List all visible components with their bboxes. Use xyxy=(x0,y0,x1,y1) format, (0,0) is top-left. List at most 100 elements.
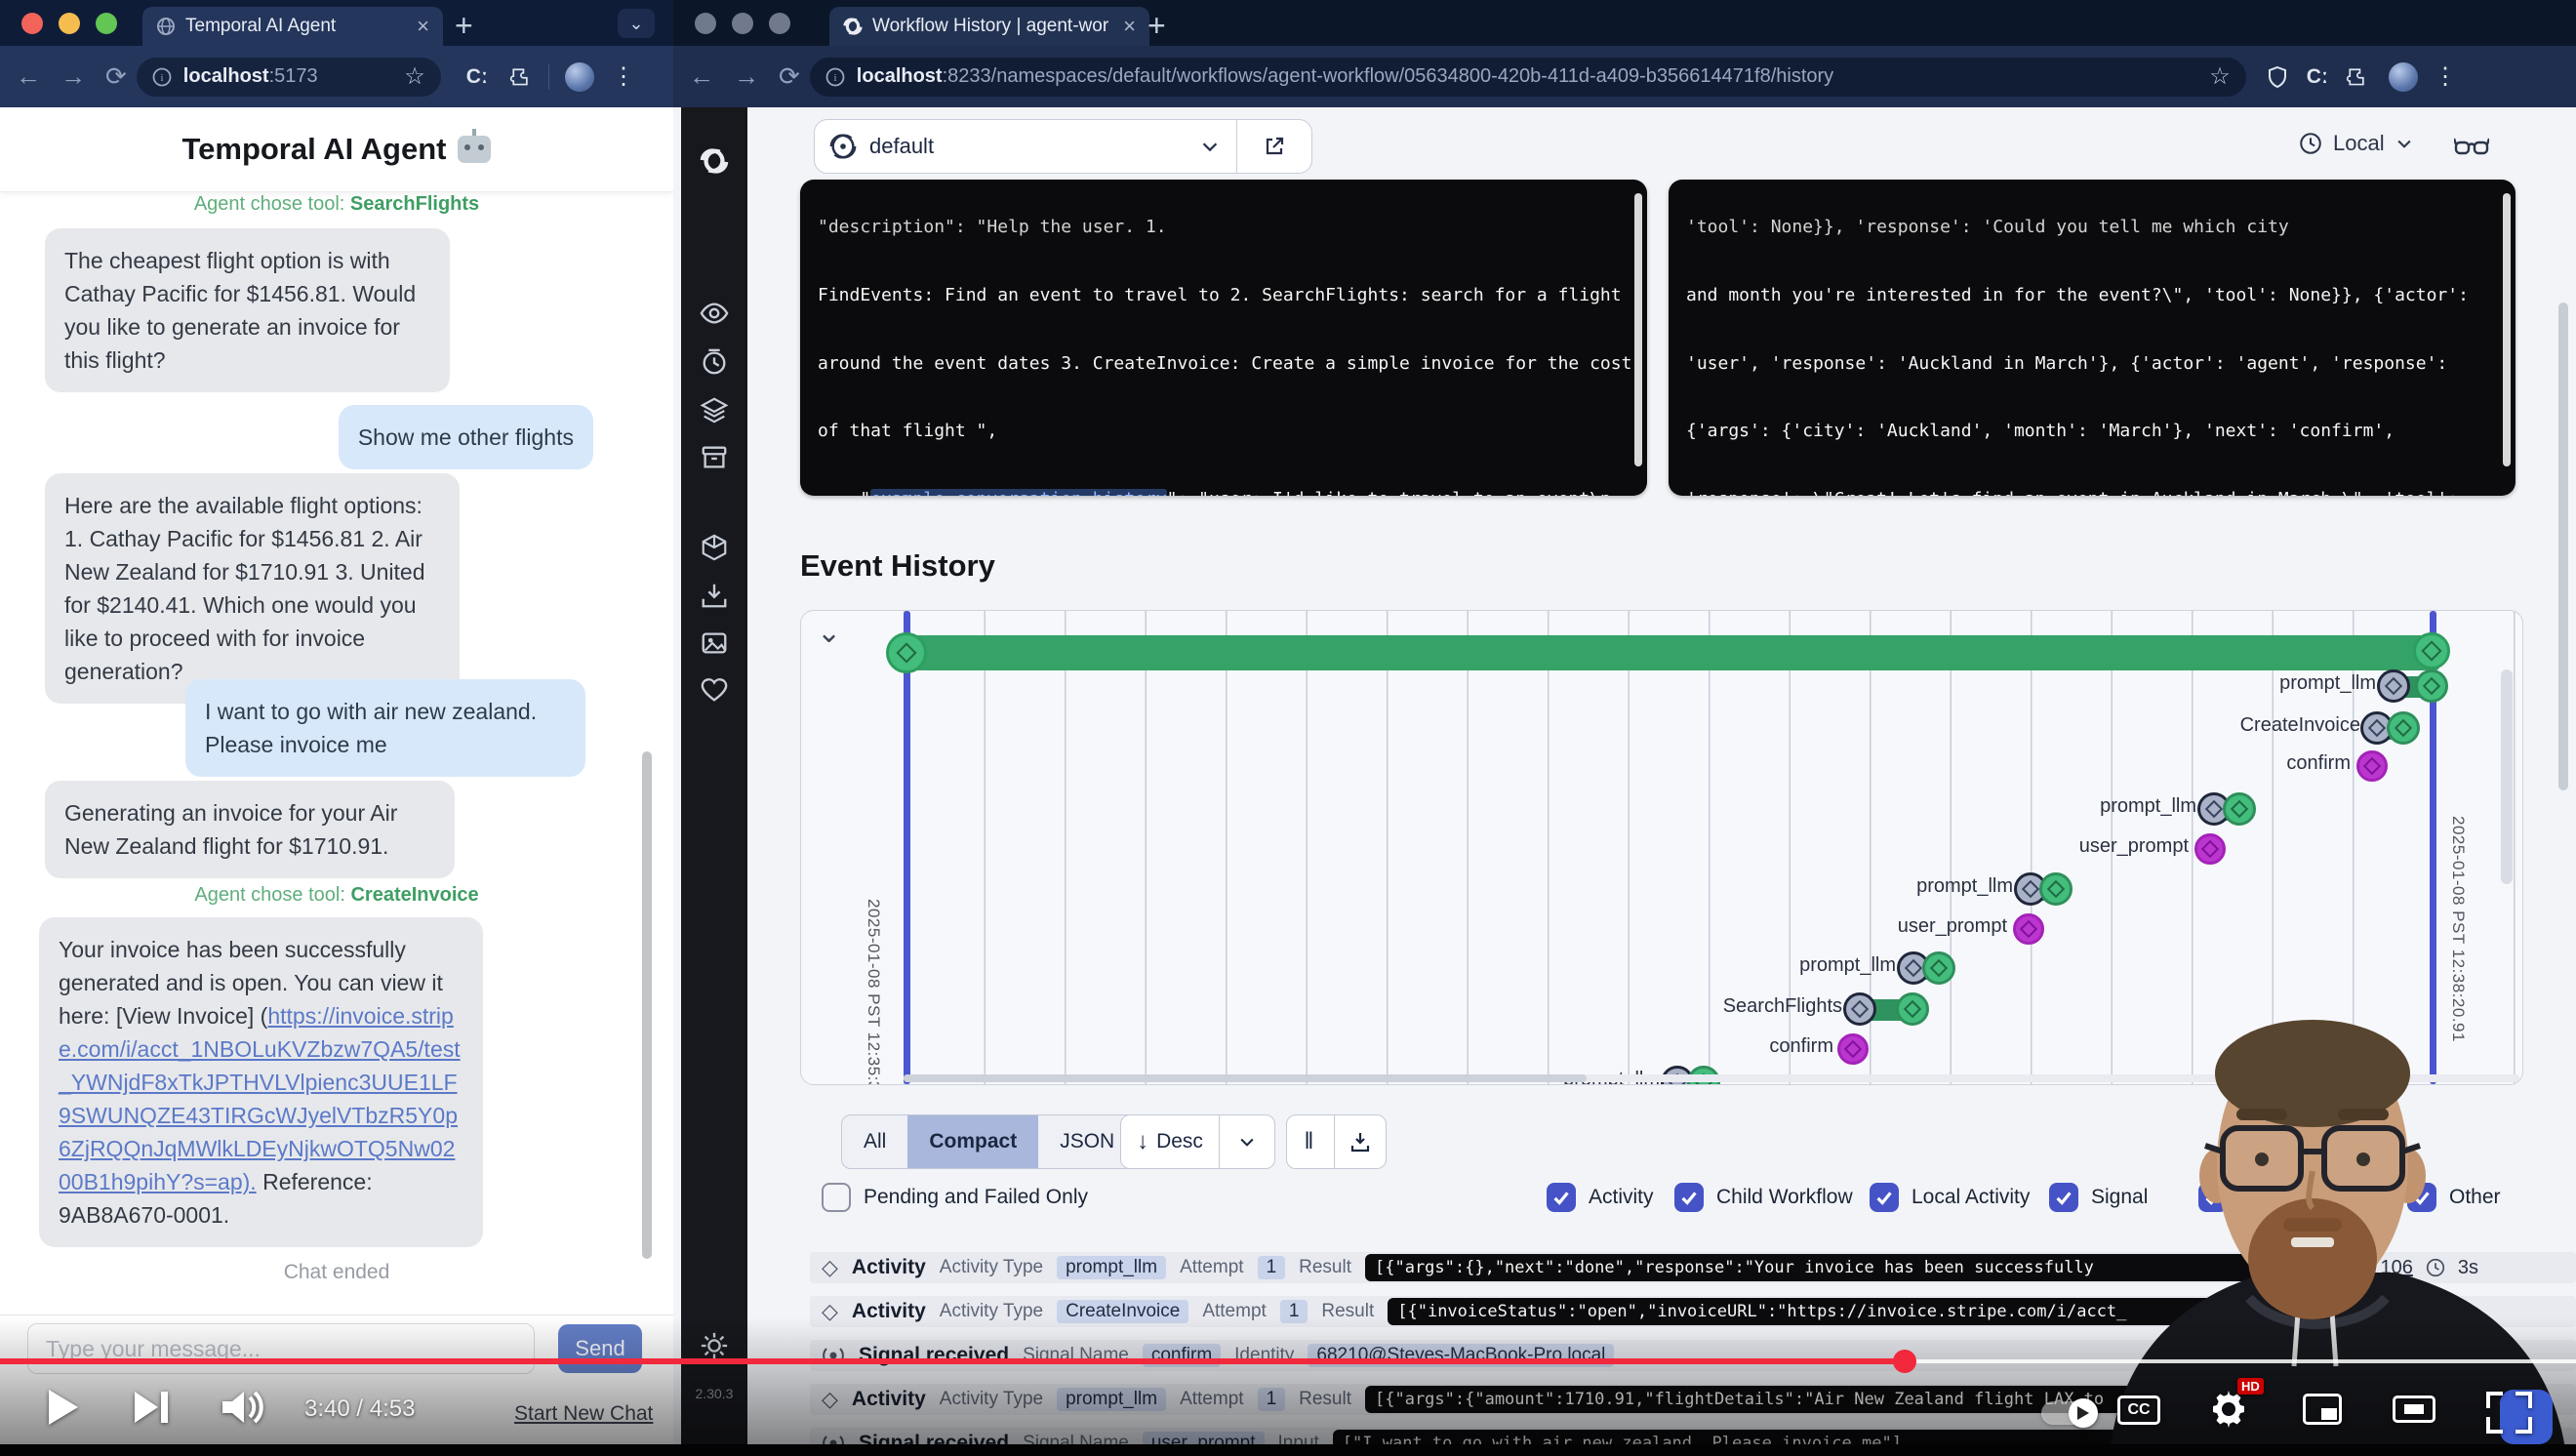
timeline-row-label[interactable]: confirm xyxy=(2286,752,2351,775)
checkbox-unchecked-icon[interactable] xyxy=(822,1183,851,1212)
sort-desc-button[interactable]: ↓Desc xyxy=(1121,1115,1219,1168)
signal-marker[interactable] xyxy=(2013,913,2044,945)
signal-marker[interactable] xyxy=(1837,1033,1869,1065)
minimize-window-button[interactable] xyxy=(59,13,80,34)
tab-temporal-ai-agent[interactable]: Temporal AI Agent × xyxy=(142,7,443,46)
workflow-input-json-left[interactable]: "description": "Help the user. 1. FindEv… xyxy=(800,180,1647,496)
close-tab-icon[interactable]: × xyxy=(417,16,429,37)
timeline-row-label[interactable]: prompt_llm xyxy=(2279,672,2376,695)
tab-search-chevron-button[interactable]: ⌄ xyxy=(618,9,655,38)
stack-layers-icon[interactable] xyxy=(700,395,729,425)
namespace-selector[interactable]: default xyxy=(814,119,1312,174)
bookmark-star-icon[interactable]: ☆ xyxy=(404,62,425,91)
left-traffic-lights[interactable] xyxy=(21,13,117,34)
activity-completed-marker[interactable] xyxy=(2415,669,2448,703)
minimize-window-button[interactable] xyxy=(732,13,753,34)
schedule-clock-icon[interactable] xyxy=(700,347,729,377)
eye-icon[interactable] xyxy=(700,299,729,328)
activity-completed-marker[interactable] xyxy=(1896,992,1929,1026)
pending-failed-checkbox[interactable]: Pending and Failed Only xyxy=(822,1183,1088,1212)
activity-scheduled-marker[interactable] xyxy=(1843,992,1876,1026)
captions-button[interactable]: CC xyxy=(2117,1395,2160,1425)
extensions-puzzle-icon[interactable] xyxy=(509,65,533,89)
archive-box-icon[interactable] xyxy=(700,443,729,472)
activity-completed-marker[interactable] xyxy=(2387,711,2420,745)
profile-avatar[interactable] xyxy=(565,62,594,92)
reload-button[interactable]: ⟳ xyxy=(779,61,800,92)
timeline-row-label[interactable]: user_prompt xyxy=(1898,915,2007,938)
left-address-bar[interactable]: i localhost:5173 ☆ xyxy=(137,58,441,97)
filter-local-activity-checkbox[interactable]: Local Activity xyxy=(1870,1183,2030,1212)
next-button-icon[interactable] xyxy=(135,1392,168,1423)
progress-bar-remaining[interactable] xyxy=(1905,1359,2576,1363)
view-all-button[interactable]: All xyxy=(842,1115,907,1168)
sun-theme-icon[interactable] xyxy=(700,1331,729,1360)
timeline-row-label[interactable]: SearchFlights xyxy=(1723,995,1842,1018)
signal-marker[interactable] xyxy=(2194,833,2226,865)
profile-avatar[interactable] xyxy=(2389,62,2418,92)
view-compact-button[interactable]: Compact xyxy=(907,1115,1038,1168)
close-tab-icon[interactable]: × xyxy=(1123,16,1136,37)
close-window-button[interactable] xyxy=(21,13,43,34)
settings-gear-icon[interactable] xyxy=(2209,1390,2248,1429)
workflow-end-marker[interactable] xyxy=(2413,632,2450,669)
tab-workflow-history[interactable]: Workflow History | agent-wor × xyxy=(829,7,1149,46)
timeline-vertical-scrollbar[interactable] xyxy=(2501,669,2513,884)
timeline-row-label[interactable]: CreateInvoice xyxy=(2240,714,2360,737)
timeline-row-label[interactable]: confirm xyxy=(1769,1035,1833,1058)
code-scrollbar[interactable] xyxy=(2503,193,2511,466)
menu-kebab-icon[interactable]: ⋮ xyxy=(612,62,635,91)
site-info-icon[interactable]: i xyxy=(152,67,172,87)
download-history-button[interactable] xyxy=(1334,1115,1386,1168)
invoice-link[interactable]: https://invoice.stripe.com/i/acct_1NBOLu… xyxy=(59,1003,461,1194)
right-address-bar[interactable]: i localhost:8233/namespaces/default/work… xyxy=(810,58,2246,97)
timezone-selector[interactable]: Local xyxy=(2298,131,2414,156)
import-tray-icon[interactable] xyxy=(700,581,729,610)
forward-button[interactable]: → xyxy=(734,61,759,92)
bookmark-star-icon[interactable]: ☆ xyxy=(2209,62,2231,91)
extensions-puzzle-icon[interactable] xyxy=(2346,65,2369,89)
timeline-row-label[interactable]: prompt_llm xyxy=(1799,954,1896,977)
autoplay-toggle[interactable] xyxy=(2041,1401,2096,1425)
workflow-input-json-right[interactable]: 'tool': None}}, 'response': 'Could you t… xyxy=(1669,180,2516,496)
collapse-chevron-icon[interactable]: ⌄ xyxy=(817,619,841,648)
progress-bar-played[interactable] xyxy=(0,1358,1905,1364)
open-namespace-button[interactable] xyxy=(1236,120,1311,173)
heart-icon[interactable] xyxy=(700,675,729,705)
theater-mode-button[interactable] xyxy=(2393,1395,2435,1423)
reload-button[interactable]: ⟳ xyxy=(105,61,127,92)
extension-ci-icon[interactable]: Cː xyxy=(466,65,488,89)
chat-scrollbar[interactable] xyxy=(642,751,652,1259)
send-button[interactable]: Send xyxy=(558,1324,642,1373)
extension-ci-icon[interactable]: Cː xyxy=(2307,65,2328,89)
zoom-window-button[interactable] xyxy=(769,13,790,34)
timeline-row-label[interactable]: user_prompt xyxy=(2079,835,2189,858)
play-button-icon[interactable] xyxy=(47,1388,80,1427)
temporal-logo-icon[interactable] xyxy=(700,146,729,176)
close-window-button[interactable] xyxy=(695,13,716,34)
back-button[interactable]: ← xyxy=(16,61,41,92)
timeline-row-label[interactable]: prompt_llm xyxy=(2100,795,2196,818)
page-scrollbar[interactable] xyxy=(2558,303,2568,790)
reader-glasses-icon[interactable] xyxy=(2454,133,2489,162)
new-tab-button[interactable]: + xyxy=(455,10,473,41)
activity-completed-marker[interactable] xyxy=(2039,872,2073,906)
activity-completed-marker[interactable] xyxy=(2223,792,2256,826)
activity-scheduled-marker[interactable] xyxy=(2377,669,2410,703)
right-traffic-lights[interactable] xyxy=(695,13,790,34)
signal-marker[interactable] xyxy=(2356,750,2388,782)
timeline-row-label[interactable]: prompt_llm xyxy=(1916,875,2013,898)
workflow-span-bar[interactable] xyxy=(904,635,2439,670)
extension-shield-icon[interactable] xyxy=(2266,65,2289,89)
activity-completed-marker[interactable] xyxy=(1922,951,1955,985)
zoom-window-button[interactable] xyxy=(96,13,117,34)
volume-button-icon[interactable] xyxy=(222,1390,265,1425)
filter-activity-checkbox[interactable]: Activity xyxy=(1547,1183,1654,1212)
start-new-chat-link[interactable]: Start New Chat xyxy=(514,1402,653,1426)
progress-playhead[interactable] xyxy=(1893,1350,1916,1373)
code-scrollbar[interactable] xyxy=(1634,193,1642,466)
new-tab-button[interactable]: + xyxy=(1147,10,1166,41)
pause-updates-button[interactable]: ‖ xyxy=(1287,1115,1334,1168)
message-input[interactable] xyxy=(27,1323,535,1374)
image-frame-icon[interactable] xyxy=(700,628,729,658)
